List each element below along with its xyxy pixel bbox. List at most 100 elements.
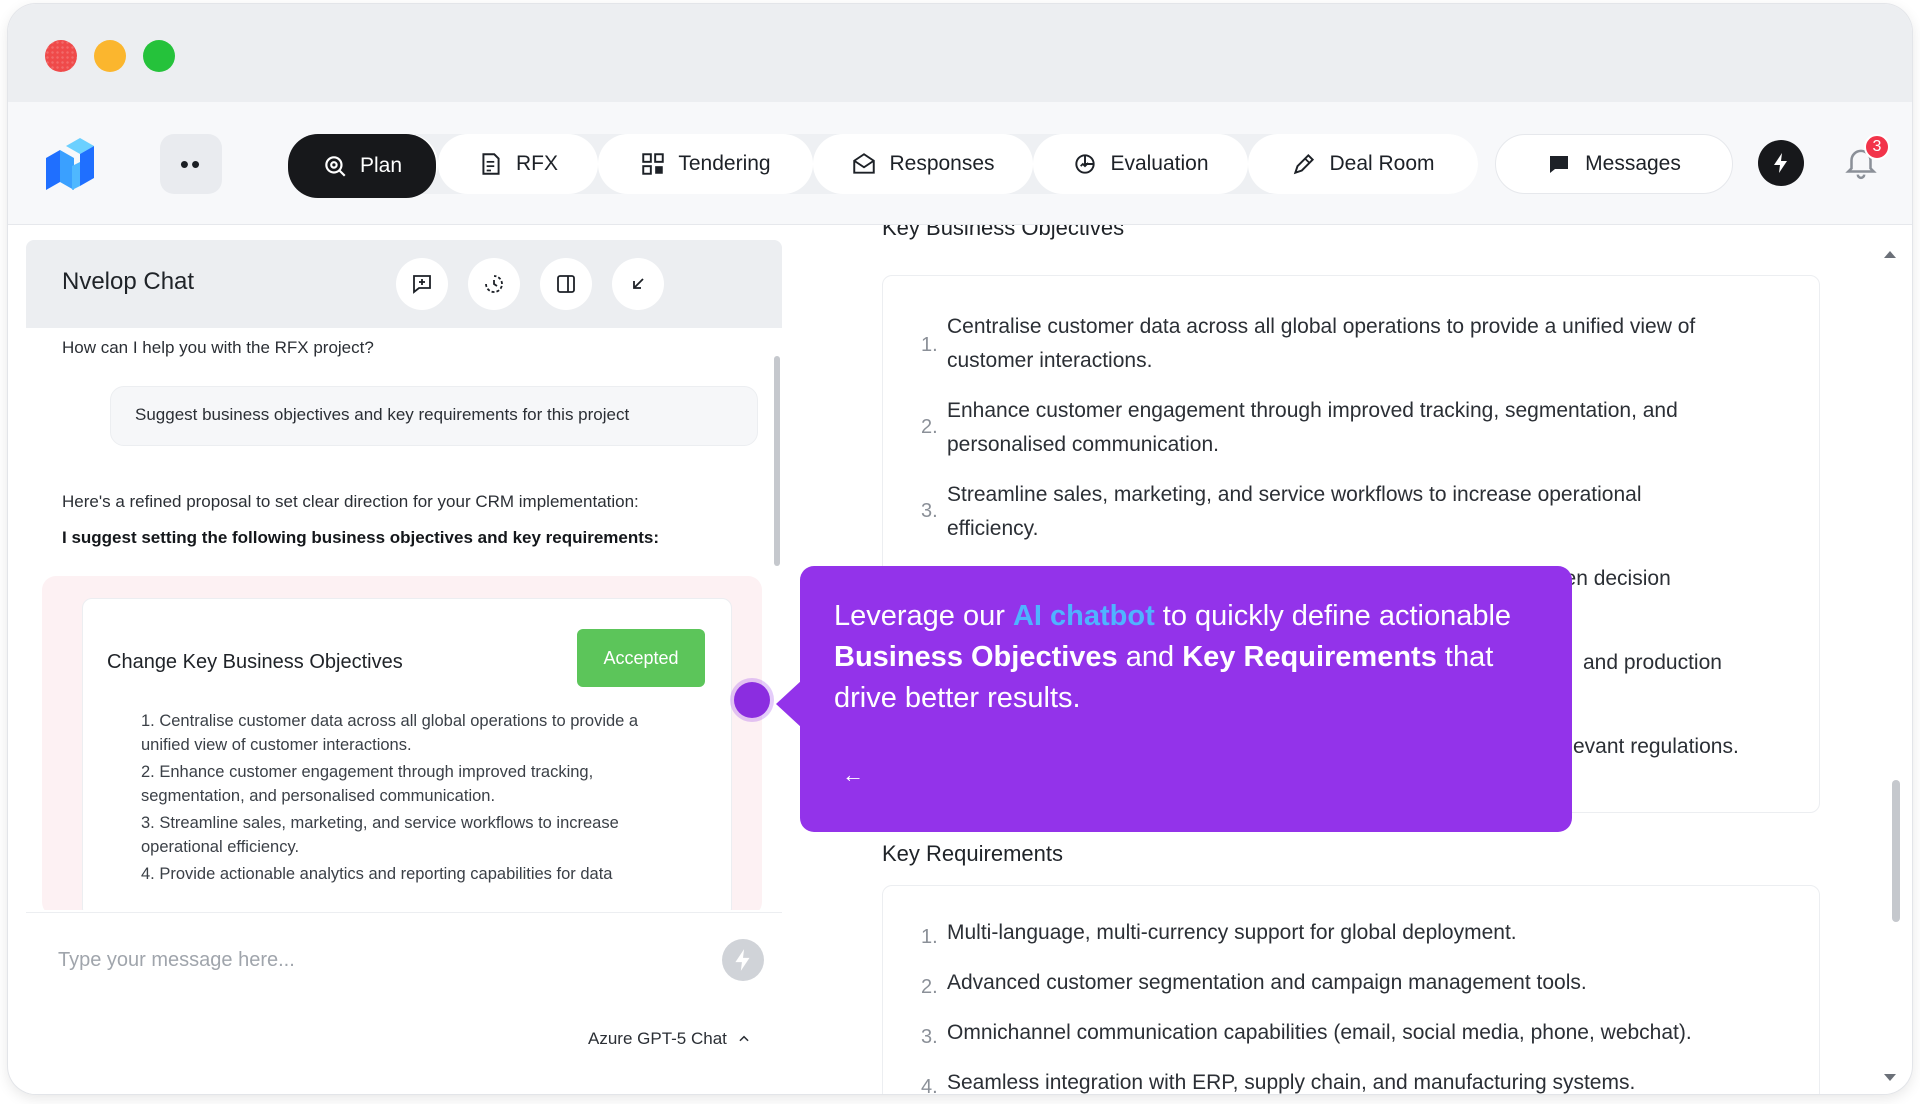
model-label: Azure GPT-5 Chat [588, 1029, 727, 1048]
quick-action-button[interactable] [1758, 140, 1804, 186]
chat-input-area: Type your message here... Azure GPT-5 Ch… [26, 912, 782, 1094]
messages-button[interactable]: Messages [1495, 134, 1733, 194]
objectives-card-list: 1. Centralise customer data across all g… [141, 709, 681, 889]
tab-evaluation[interactable]: Evaluation [1033, 134, 1248, 194]
new-chat-button[interactable] [396, 258, 448, 310]
objective-line: evant regulations. [1573, 735, 1739, 758]
pen-icon [1294, 153, 1315, 175]
objective-line: and production [1583, 651, 1722, 674]
chat-bubble-icon [1550, 156, 1569, 173]
content-scrollbar-thumb[interactable] [1892, 780, 1900, 922]
notification-badge: 3 [1864, 134, 1890, 160]
objective-line: personalised communication. [947, 433, 1219, 456]
model-selector[interactable]: Azure GPT-5 Chat [588, 1029, 751, 1049]
tooltip-highlight: AI chatbot [1012, 600, 1155, 632]
bot-reply-bold: I suggest setting the following business… [62, 528, 660, 547]
messages-label: Messages [1585, 152, 1681, 175]
history-icon [485, 275, 503, 293]
tooltip-bold: Key Requirements [1182, 641, 1437, 673]
main-nav-tabs: Plan RFX Tendering Responses Evaluation … [288, 134, 1478, 194]
grid-icon [642, 153, 665, 175]
objective-line: Enhance customer engagement through impr… [947, 399, 1678, 422]
add-chat-icon [413, 275, 431, 294]
objective-item: Enhance customer engagement through impr… [947, 394, 1767, 462]
tab-rfx[interactable]: RFX [438, 134, 598, 194]
minimize-chat-button[interactable] [612, 258, 664, 310]
scroll-down-icon[interactable] [1882, 1072, 1898, 1084]
objective-line: efficiency. [947, 517, 1039, 540]
top-navbar: •• Plan RFX Tendering Responses Evaluati… [8, 102, 1912, 225]
tab-plan-active[interactable]: Plan [288, 134, 436, 198]
requirement-item: Multi-language, multi-currency support f… [947, 921, 1517, 944]
requirement-item: Seamless integration with ERP, supply ch… [947, 1071, 1636, 1094]
tooltip-bold: Business Objectives [834, 641, 1118, 673]
objective-number: 3. [921, 500, 938, 522]
tab-evaluation-label: Evaluation [1110, 152, 1209, 175]
requirements-box: 1. Multi-language, multi-currency suppor… [882, 885, 1820, 1094]
requirement-number: 2. [921, 976, 938, 998]
chat-header: Nvelop Chat [26, 240, 782, 328]
chat-scrollbar-thumb[interactable] [774, 356, 780, 566]
objectives-heading: Key Business Objectives [882, 225, 1125, 240]
toggle-layout-button[interactable] [540, 258, 592, 310]
minimize-window-button[interactable] [94, 40, 126, 72]
arrow-down-left-icon [633, 278, 644, 289]
requirement-number: 4. [921, 1076, 938, 1094]
objective-item: Centralise customer data across all glob… [947, 310, 1767, 378]
tab-plan-active-label: Plan [359, 154, 403, 177]
envelope-icon [853, 153, 876, 174]
objective-number: 2. [921, 416, 938, 438]
objective-line: Streamline sales, marketing, and service… [947, 483, 1642, 506]
list-item: 4. Provide actionable analytics and repo… [141, 865, 613, 883]
tooltip-text: Leverage our AI chatbot to quickly defin… [834, 596, 1538, 719]
maximize-window-button[interactable] [143, 40, 175, 72]
title-bar [8, 4, 1912, 102]
objective-line: Centralise customer data across all glob… [947, 315, 1696, 338]
tooltip-text-part: to quickly define actionable [1154, 600, 1512, 632]
scroll-up-icon[interactable] [1882, 248, 1898, 260]
document-icon [482, 153, 500, 175]
bot-reply-intro: Here's a refined proposal to set clear d… [62, 492, 639, 511]
objective-item: and production [1583, 646, 1783, 680]
objectives-card: Change Key Business Objectives Accepted … [82, 598, 732, 910]
tab-responses-label: Responses [889, 152, 995, 175]
tab-deal-room[interactable]: Deal Room [1248, 134, 1478, 194]
tooltip-back-button[interactable]: ← [842, 762, 864, 788]
tab-responses[interactable]: Responses [813, 134, 1033, 194]
tooltip-anchor-dot [734, 682, 770, 718]
list-item: 1. Centralise customer data across all g… [141, 712, 639, 754]
chart-icon [1075, 154, 1096, 174]
tooltip-arrow [776, 680, 802, 728]
close-window-button[interactable] [45, 40, 77, 72]
chat-panel: Nvelop Chat How can I help you with the … [26, 240, 782, 1094]
bolt-icon [735, 949, 750, 971]
accepted-badge[interactable]: Accepted [577, 629, 705, 687]
tooltip-text-part: Leverage our [834, 600, 1013, 632]
message-input[interactable]: Type your message here... [58, 949, 295, 972]
objectives-card-title: Change Key Business Objectives [107, 651, 403, 673]
bot-greeting: How can I help you with the RFX project? [62, 338, 374, 357]
nvelop-logo-icon[interactable] [42, 138, 98, 194]
sidebar-layout-icon [557, 275, 575, 293]
user-message: Suggest business objectives and key requ… [110, 386, 758, 446]
chat-title: Nvelop Chat [62, 268, 195, 295]
app-window: •• Plan RFX Tendering Responses Evaluati… [8, 4, 1912, 1094]
objective-item: evant regulations. [1573, 730, 1803, 764]
chevron-up-icon [739, 1035, 749, 1042]
requirement-number: 3. [921, 1026, 938, 1048]
tooltip-text-part: and [1117, 641, 1183, 673]
requirement-item: Advanced customer segmentation and campa… [947, 971, 1587, 994]
bolt-icon [1774, 153, 1787, 173]
objective-item: Streamline sales, marketing, and service… [947, 478, 1767, 546]
chat-messages[interactable]: How can I help you with the RFX project?… [26, 328, 782, 910]
send-button[interactable] [722, 939, 764, 981]
list-item: 3. Streamline sales, marketing, and serv… [141, 814, 619, 856]
tab-tendering[interactable]: Tendering [598, 134, 813, 194]
more-options-button[interactable]: •• [160, 134, 222, 194]
plan-icon [325, 156, 346, 177]
onboarding-tooltip: Leverage our AI chatbot to quickly defin… [800, 566, 1572, 832]
objective-number: 1. [921, 334, 938, 356]
chat-history-button[interactable] [468, 258, 520, 310]
requirements-heading: Key Requirements [882, 841, 1063, 866]
requirement-number: 1. [921, 926, 938, 948]
